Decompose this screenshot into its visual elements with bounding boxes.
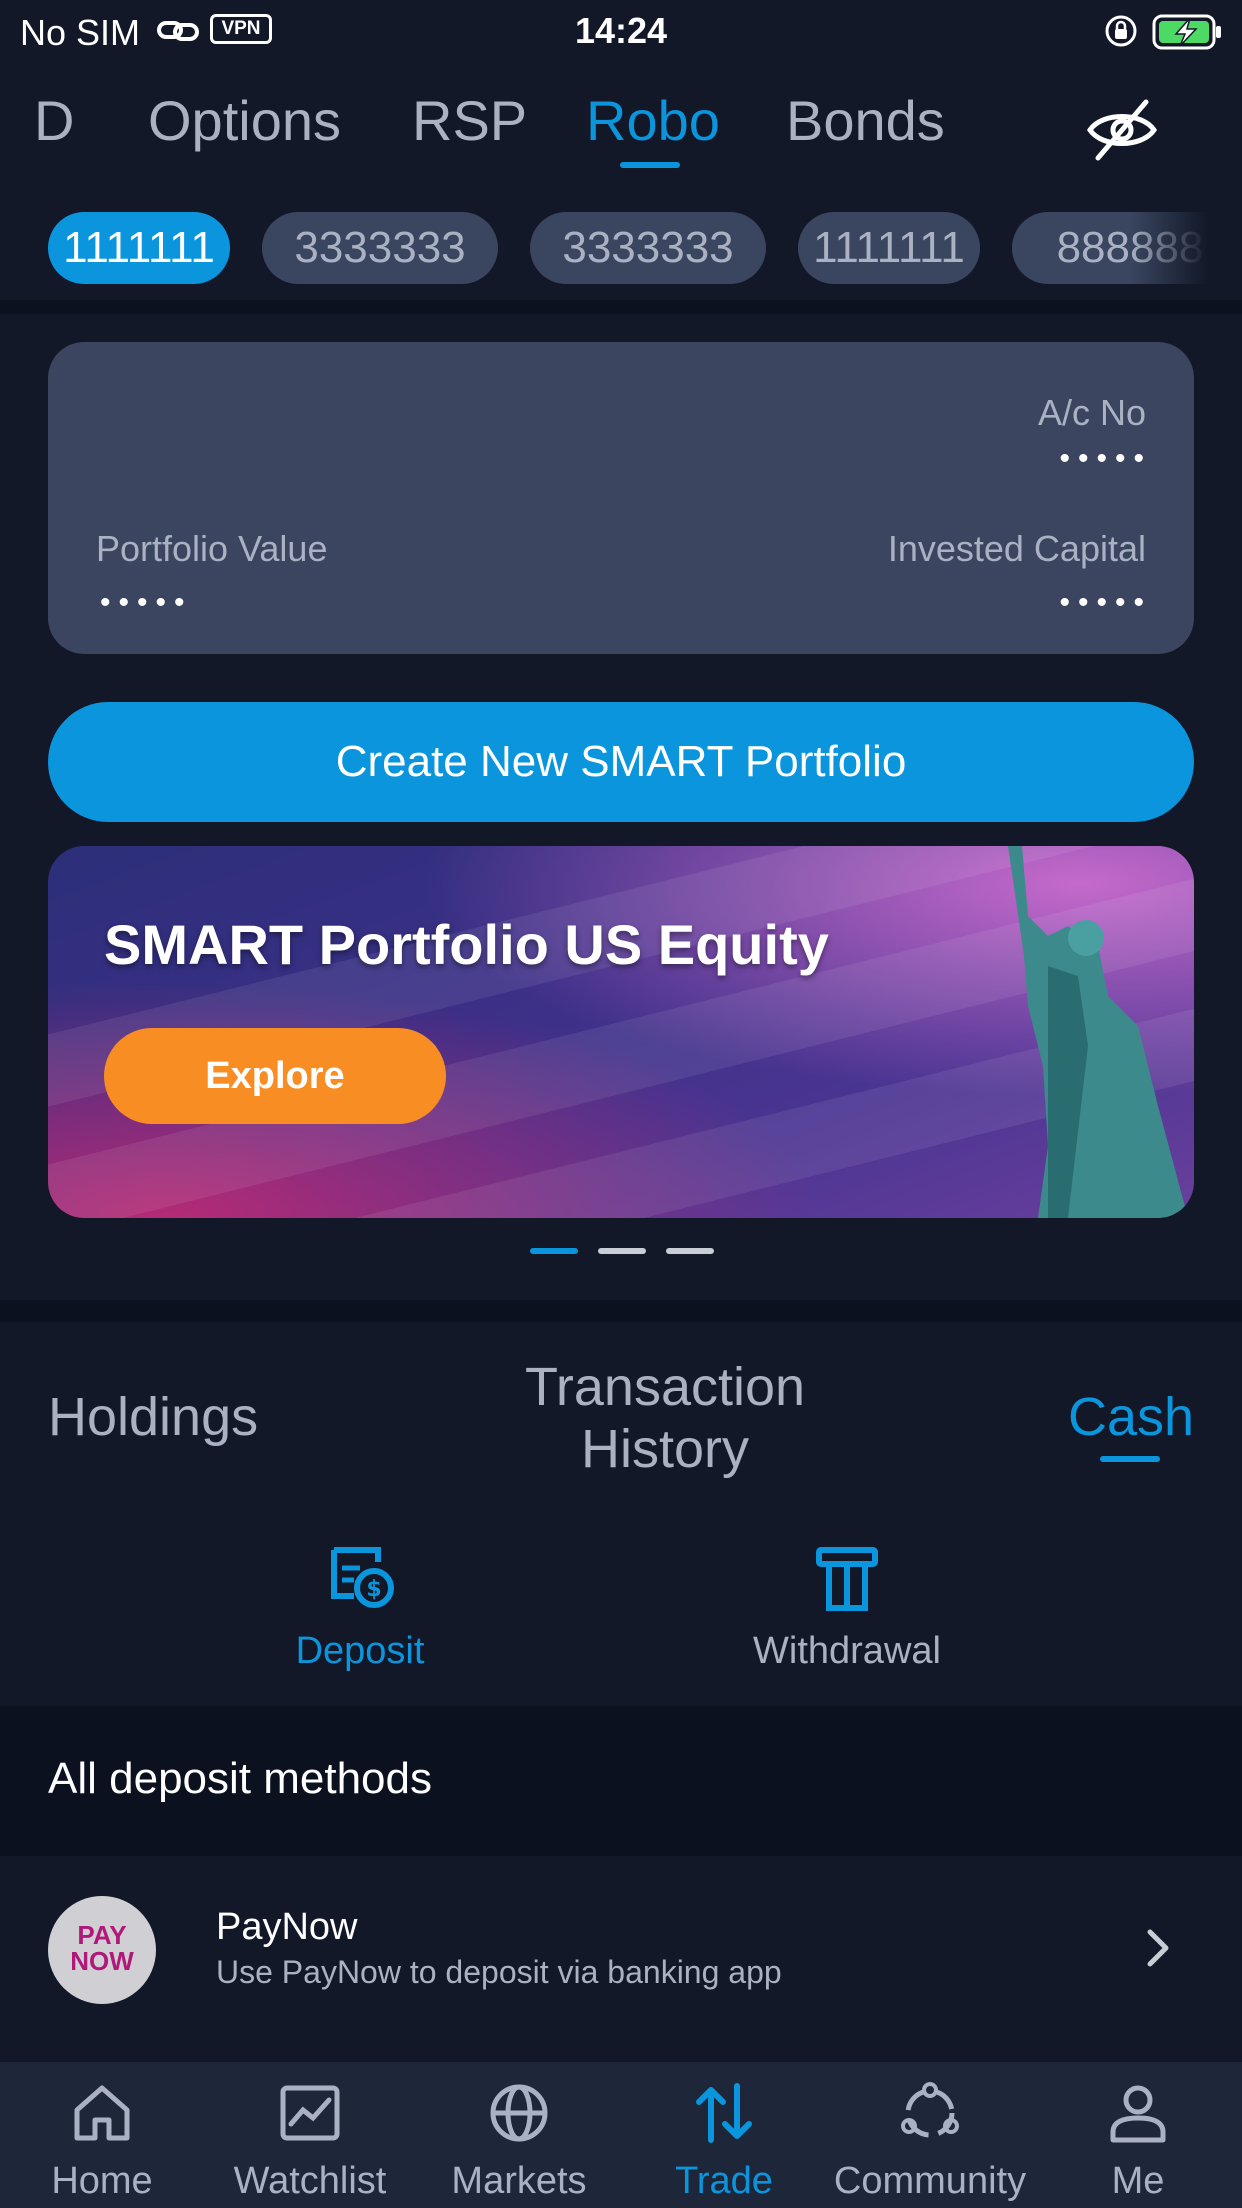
pager-dot[interactable] xyxy=(598,1248,646,1254)
invested-capital-value: ••••• xyxy=(1059,586,1152,619)
tab-rsp[interactable]: RSP xyxy=(412,88,527,153)
banner-pager xyxy=(530,1248,714,1256)
portfolio-value-label: Portfolio Value xyxy=(96,528,328,569)
battery-icon xyxy=(1152,14,1224,55)
eye-off-icon[interactable] xyxy=(1086,98,1158,167)
divider xyxy=(0,300,1242,314)
nav-markets[interactable]: Markets xyxy=(436,2080,602,2203)
account-summary-card: A/c No ••••• Portfolio Value ••••• Inves… xyxy=(48,342,1194,654)
nav-community[interactable]: Community xyxy=(830,2080,1030,2203)
svg-text:$: $ xyxy=(366,1577,381,1602)
withdrawal-button[interactable]: Withdrawal xyxy=(730,1546,964,1673)
tab-transaction-line2: History xyxy=(580,1419,749,1479)
trade-arrows-icon xyxy=(696,2083,752,2143)
nav-trade[interactable]: Trade xyxy=(644,2080,804,2203)
rotation-lock-icon xyxy=(1104,14,1138,53)
bottom-nav: Home Watchlist Markets Trade Community M… xyxy=(0,2062,1242,2208)
tab-bonds[interactable]: Bonds xyxy=(786,88,945,153)
deposit-methods-header: All deposit methods xyxy=(0,1706,1242,1856)
method-subtitle: Use PayNow to deposit via banking app xyxy=(216,1954,782,1990)
withdrawal-icon xyxy=(816,1547,878,1611)
nav-watchlist[interactable]: Watchlist xyxy=(220,2080,400,2203)
account-chips: 1111111 3333333 3333333 1111111 888888 xyxy=(0,210,1242,286)
nav-home[interactable]: Home xyxy=(22,2080,182,2203)
active-tab-indicator xyxy=(620,162,680,168)
deposit-button[interactable]: $ Deposit xyxy=(260,1546,460,1673)
acno-value: ••••• xyxy=(1059,442,1152,475)
pager-dot[interactable] xyxy=(666,1248,714,1254)
chips-fade xyxy=(1130,210,1242,286)
create-portfolio-button[interactable]: Create New SMART Portfolio xyxy=(48,702,1194,822)
tab-transaction-history[interactable]: Transaction History xyxy=(500,1356,830,1480)
account-chip[interactable]: 3333333 xyxy=(530,212,766,284)
tab-partial[interactable]: D xyxy=(34,88,74,153)
chart-icon xyxy=(280,2085,340,2141)
portfolio-value: ••••• xyxy=(100,586,193,619)
nav-me[interactable]: Me xyxy=(1076,2080,1200,2203)
home-icon xyxy=(74,2085,130,2141)
withdrawal-label: Withdrawal xyxy=(753,1630,941,1672)
banner-title: SMART Portfolio US Equity xyxy=(104,913,829,976)
chevron-right-icon xyxy=(1144,1928,1172,1973)
person-icon xyxy=(1110,2085,1166,2143)
invested-capital-label: Invested Capital xyxy=(887,528,1146,569)
tab-transaction-line1: Transaction xyxy=(524,1357,806,1417)
tab-options[interactable]: Options xyxy=(148,88,341,153)
divider xyxy=(0,1300,1242,1322)
account-chip[interactable]: 1111111 xyxy=(798,212,980,284)
paynow-logo: PAY NOW xyxy=(48,1896,156,2004)
account-chip[interactable]: 3333333 xyxy=(262,212,498,284)
deposit-methods-title: All deposit methods xyxy=(48,1754,432,1803)
tab-holdings[interactable]: Holdings xyxy=(48,1386,258,1448)
tab-robo[interactable]: Robo xyxy=(586,88,720,153)
acno-label: A/c No xyxy=(1037,392,1146,433)
tab-cash[interactable]: Cash xyxy=(1068,1386,1194,1448)
explore-button[interactable]: Explore xyxy=(104,1028,446,1124)
status-bar: No SIM VPN 14:24 xyxy=(0,0,1242,62)
promo-banner[interactable]: SMART Portfolio US Equity Explore xyxy=(48,846,1194,1218)
method-title: PayNow xyxy=(216,1906,358,1948)
pager-dot[interactable] xyxy=(530,1248,578,1254)
account-chip[interactable]: 1111111 xyxy=(48,212,230,284)
community-icon xyxy=(901,2082,959,2138)
statue-of-liberty-illustration xyxy=(1008,846,1188,1218)
active-tab-indicator xyxy=(1100,1456,1160,1462)
clock: 14:24 xyxy=(574,10,668,51)
product-tabs: D Options RSP Robo Bonds xyxy=(0,88,1242,178)
deposit-method-row[interactable]: PAY NOW PayNow Use PayNow to deposit via… xyxy=(0,1856,1242,2036)
deposit-icon: $ xyxy=(331,1547,394,1608)
globe-icon xyxy=(490,2084,548,2142)
deposit-label: Deposit xyxy=(295,1630,425,1672)
